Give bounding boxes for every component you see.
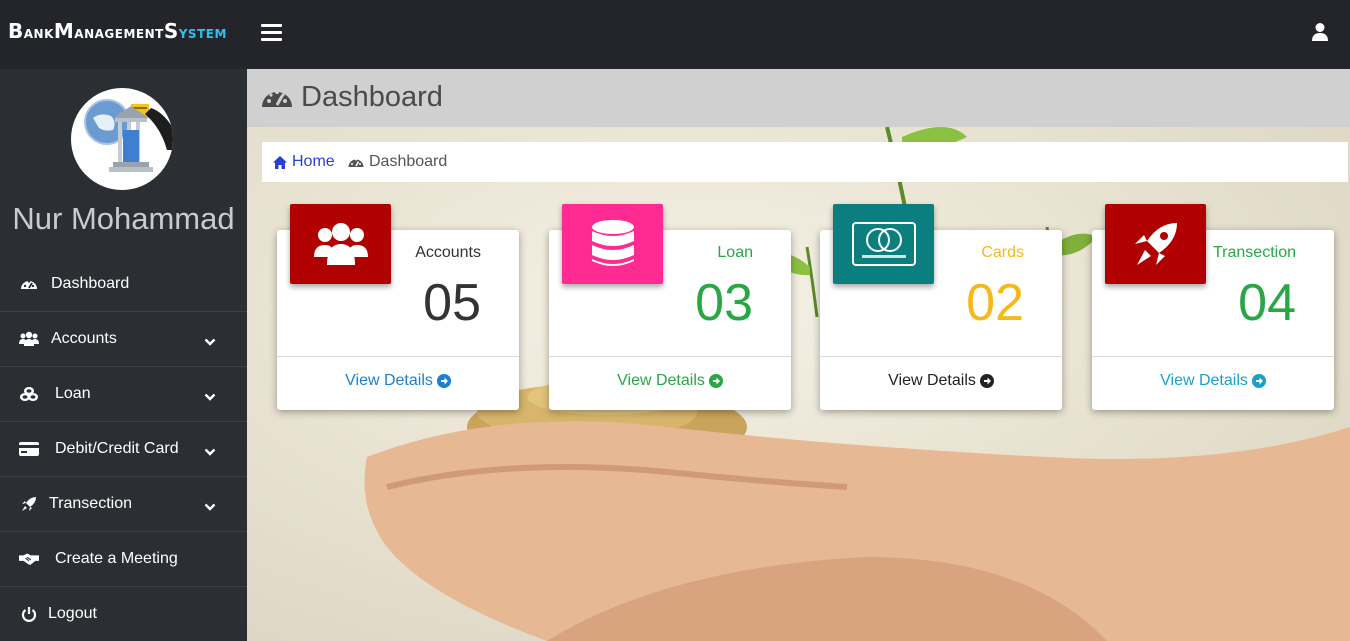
sidebar-menu: Dashboard Accounts Loan Debit/Credit Car… [0,257,247,641]
sidebar-item-transection[interactable]: Transection [0,477,247,532]
brand-word-2: Management [53,19,164,43]
sidebar-item-debit-credit-card[interactable]: Debit/Credit Card [0,422,247,477]
chevron-down-icon [204,444,216,456]
brand-word-1: Bank [8,19,54,43]
sidebar: Nur Mohammad Dashboard Accounts Loan Deb… [0,69,247,641]
sidebar-item-label: Transection [49,495,132,512]
users-icon [290,204,391,284]
sidebar-item-accounts[interactable]: Accounts [0,312,247,367]
card-divider [820,356,1062,357]
sidebar-item-label: Debit/Credit Card [55,440,179,457]
loan-card: Loan 03 View Details [549,204,791,410]
main-content: Dashboard Home Dashboard Accounts 05 Vie… [247,69,1350,641]
card-count: 04 [1238,274,1296,332]
rocket-icon [19,495,39,513]
sidebar-item-label: Dashboard [51,275,130,292]
user-icon[interactable] [1311,22,1329,42]
brand-logo[interactable]: BankManagementSystem [8,20,227,44]
sidebar-item-create-a-meeting[interactable]: Create a Meeting [0,532,247,587]
page-header: Dashboard [247,69,1350,127]
link-label: View Details [345,372,433,389]
card-count: 03 [695,274,753,332]
sidebar-item-label: Loan [55,385,91,402]
card-label: Cards [981,244,1024,261]
chevron-down-icon [204,389,216,401]
cards-card: Cards 02 View Details [820,204,1062,410]
mastercard-icon [833,204,934,284]
sidebar-item-label: Logout [48,605,97,622]
card-label: Accounts [415,244,481,261]
database-icon [562,204,663,284]
top-navbar: BankManagementSystem [0,0,1350,69]
link-label: View Details [888,372,976,389]
breadcrumb: Home Dashboard [262,142,1348,182]
cards-view-details-link[interactable]: View Details [820,371,1062,391]
breadcrumb-home-link[interactable]: Home [273,153,335,171]
card-label: Loan [717,244,753,261]
dashboard-icon [19,275,39,293]
arrow-circle-right-icon [979,374,994,388]
link-label: View Details [1160,372,1248,389]
sidebar-item-dashboard[interactable]: Dashboard [0,257,247,312]
arrow-circle-right-icon [708,374,723,388]
rocket-icon [1105,204,1206,284]
users-icon [19,330,39,348]
sidebar-item-label: Accounts [51,330,117,347]
credit-card-icon [19,440,39,458]
chevron-down-icon [204,499,216,511]
avatar[interactable] [71,88,173,190]
dashboard-icon [261,83,293,111]
profile-name: Nur Mohammad [12,201,235,236]
sidebar-item-label: Create a Meeting [55,550,178,567]
loan-view-details-link[interactable]: View Details [549,371,791,391]
transection-card: Transection 04 View Details [1092,204,1334,410]
link-label: View Details [617,372,705,389]
brand-word-3: System [163,19,227,43]
coins-icon [19,385,39,403]
card-count: 05 [423,274,481,332]
breadcrumb-home-label: Home [292,153,335,170]
card-label: Transection [1213,244,1296,261]
sidebar-item-logout[interactable]: Logout [0,587,247,641]
menu-toggle-icon[interactable] [261,24,282,42]
card-divider [549,356,791,357]
breadcrumb-current: Dashboard [348,153,447,171]
card-divider [277,356,519,357]
bank-avatar-image [84,99,173,172]
handshake-icon [19,550,39,568]
sidebar-item-loan[interactable]: Loan [0,367,247,422]
card-divider [1092,356,1334,357]
accounts-view-details-link[interactable]: View Details [277,371,519,391]
power-icon [19,605,39,623]
breadcrumb-current-label: Dashboard [369,153,448,170]
home-icon [273,155,287,169]
accounts-card: Accounts 05 View Details [277,204,519,410]
card-count: 02 [966,274,1024,332]
chevron-down-icon [204,334,216,346]
transection-view-details-link[interactable]: View Details [1092,371,1334,391]
page-title: Dashboard [301,81,443,113]
arrow-circle-right-icon [436,374,451,388]
dashboard-icon [348,158,364,167]
arrow-circle-right-icon [1251,374,1266,388]
